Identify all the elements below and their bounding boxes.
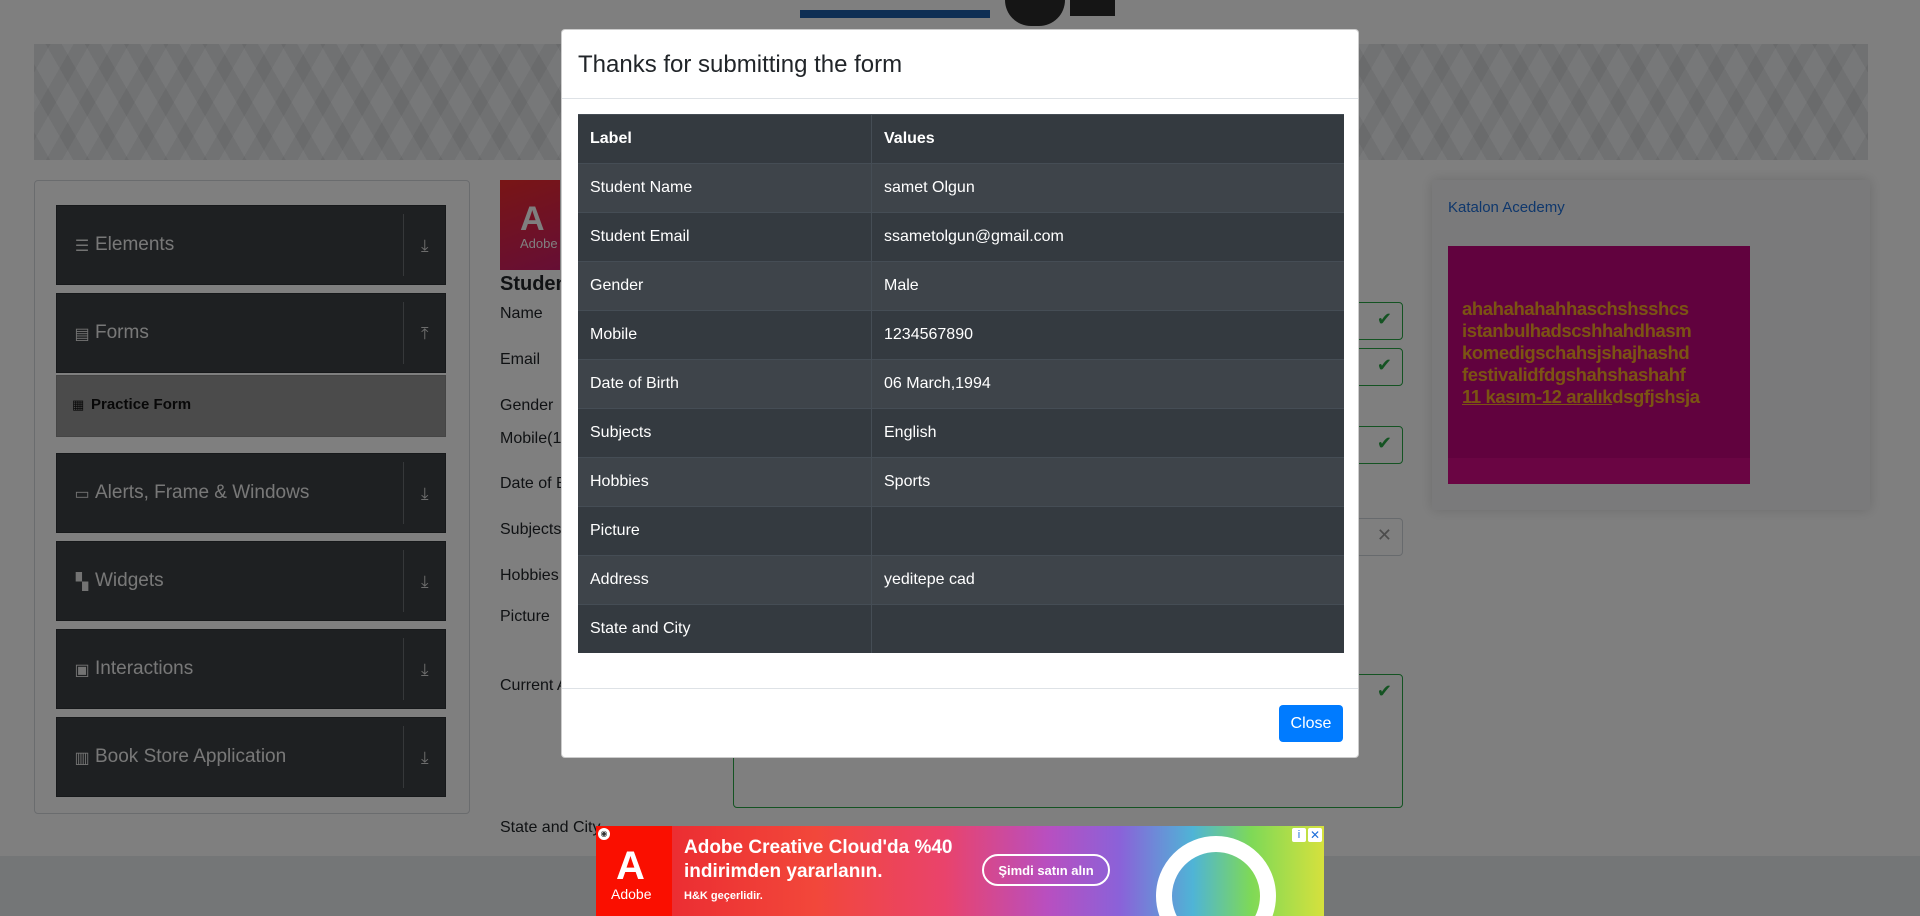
modal-footer-divider [562,688,1358,689]
table-row: Student Name samet Olgun [578,163,1344,213]
ad-note: H&K geçerlidir. [684,890,763,902]
table-row: Date of Birth 06 March,1994 [578,359,1344,409]
row-value [871,506,1344,556]
results-table: Label Values Student Name samet Olgun Stu… [578,114,1344,653]
row-label: Date of Birth [578,359,872,409]
row-label: Student Email [578,212,872,262]
table-row: Hobbies Sports [578,457,1344,507]
row-value: samet Olgun [871,163,1344,213]
row-value: English [871,408,1344,458]
creative-cloud-ring-icon [1156,836,1276,916]
table-row: Student Email ssametolgun@gmail.com [578,212,1344,262]
row-label: Picture [578,506,872,556]
row-label: Address [578,555,872,605]
table-row: Address yeditepe cad [578,555,1344,605]
table-row: Gender Male [578,261,1344,311]
row-value [871,604,1344,653]
row-label: Mobile [578,310,872,360]
table-row: Picture [578,506,1344,556]
submission-modal: Thanks for submitting the form Label Val… [561,29,1359,758]
modal-header: Thanks for submitting the form [562,30,1358,99]
row-label: Hobbies [578,457,872,507]
ad-headline: Adobe Creative Cloud'da %40 indirimden y… [684,837,953,882]
table-row: State and City [578,604,1344,653]
modal-title: Thanks for submitting the form [578,51,903,78]
table-header-row: Label Values [578,114,1344,164]
row-value: Sports [871,457,1344,507]
adobe-bottom-ad[interactable]: A Adobe ◉ Adobe Creative Cloud'da %40 in… [596,826,1324,916]
row-label: State and City [578,604,872,653]
row-value: ssametolgun@gmail.com [871,212,1344,262]
ad-info-icon[interactable]: i [1292,828,1306,842]
row-label: Subjects [578,408,872,458]
close-button[interactable]: Close [1279,705,1343,742]
table-row: Mobile 1234567890 [578,310,1344,360]
row-label: Student Name [578,163,872,213]
row-value: 06 March,1994 [871,359,1344,409]
row-value: yeditepe cad [871,555,1344,605]
row-value: 1234567890 [871,310,1344,360]
adobe-logo: A Adobe [596,826,672,916]
column-header-label: Label [578,114,872,164]
ad-brand: Adobe [611,886,652,902]
ad-buy-button[interactable]: Şimdi satın alın [982,854,1110,886]
column-header-values: Values [871,114,1344,164]
adobe-logo-icon: A [616,844,645,888]
ad-close-icon[interactable]: ✕ [1308,828,1322,842]
table-row: Subjects English [578,408,1344,458]
row-value: Male [871,261,1344,311]
row-label: Gender [578,261,872,311]
ad-badge-icon: ◉ [598,828,610,840]
